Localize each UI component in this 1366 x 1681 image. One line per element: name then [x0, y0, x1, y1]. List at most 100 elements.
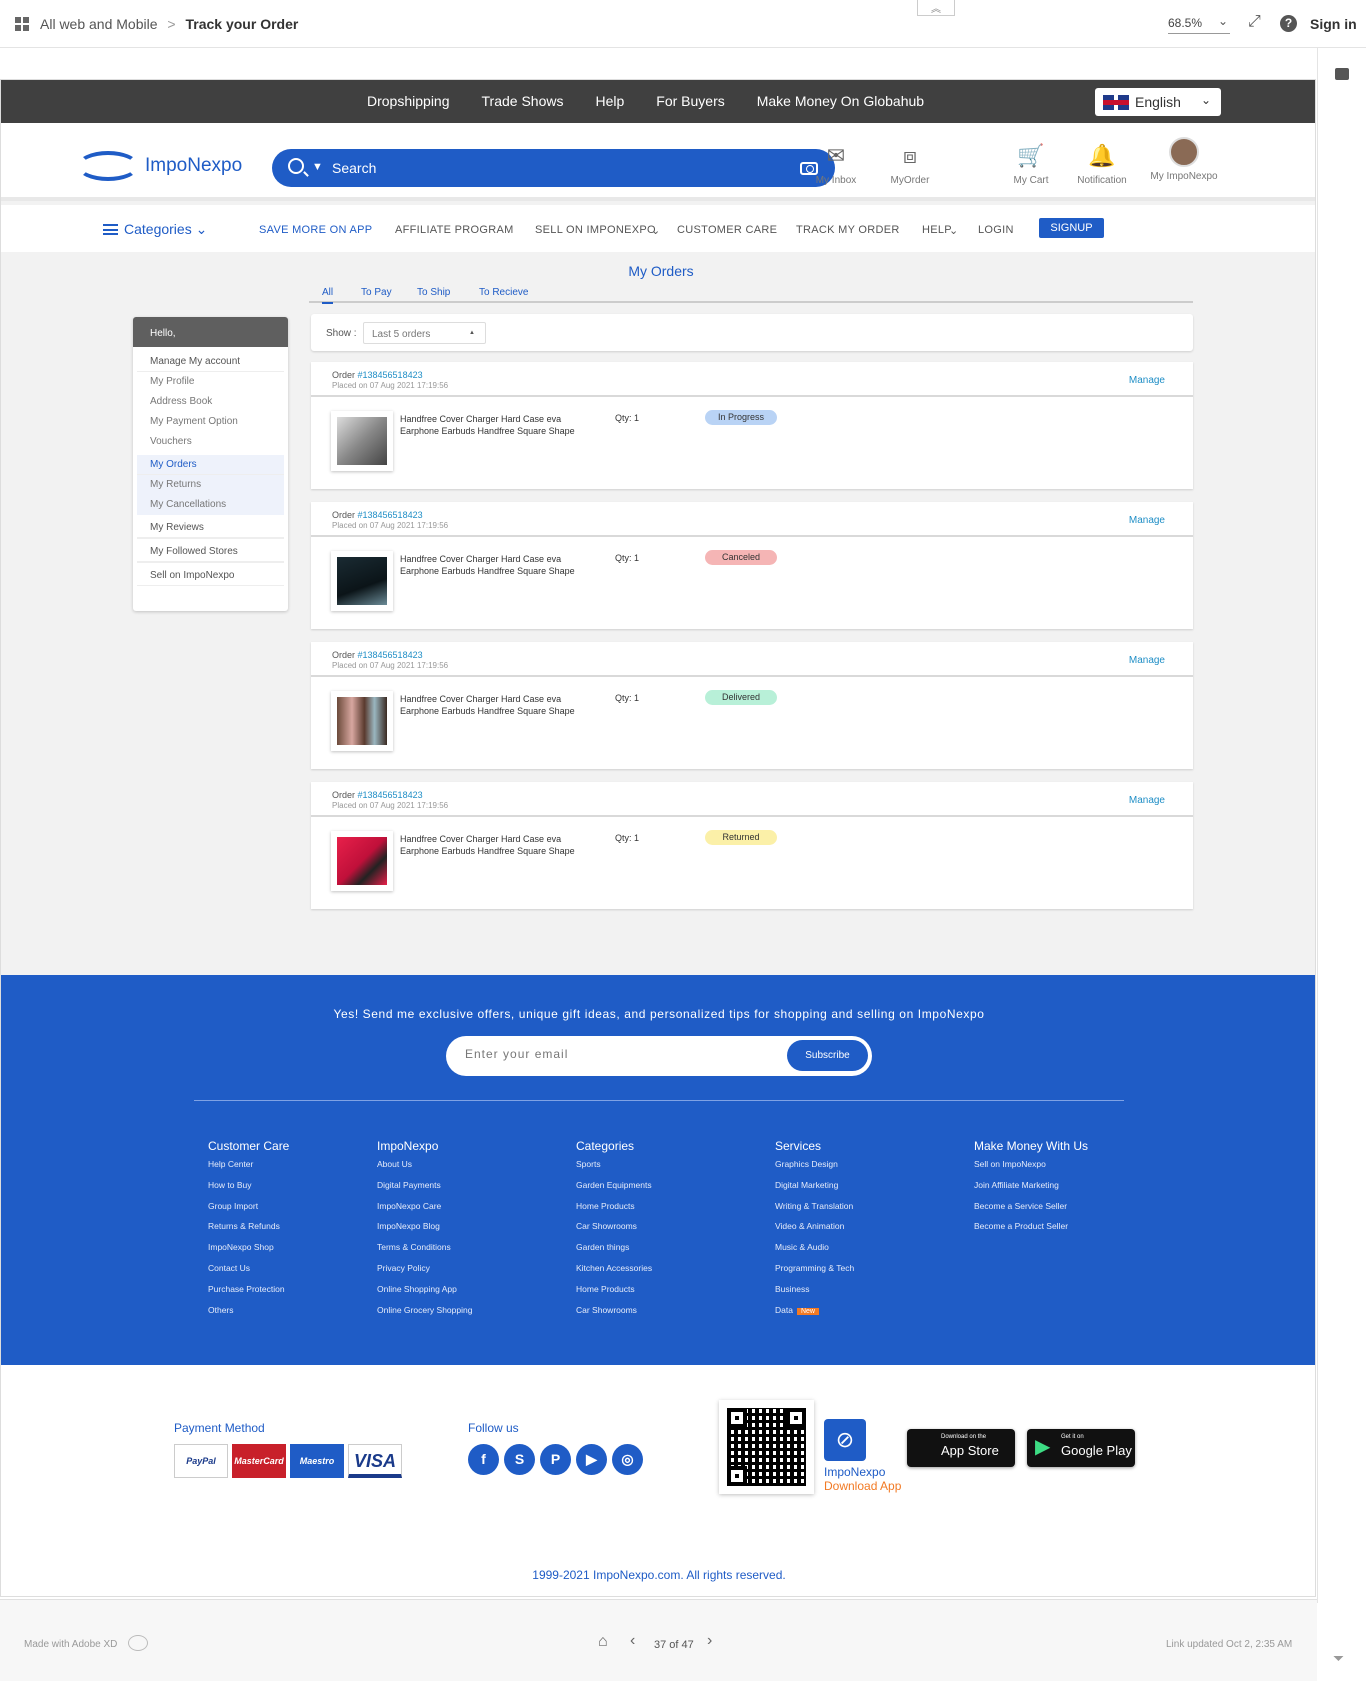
signup-button[interactable]: SIGNUP [1039, 218, 1104, 238]
chevron-down-icon[interactable]: ⌄ [651, 224, 661, 237]
footer-link[interactable]: Online Grocery Shopping [377, 1305, 472, 1326]
manage-link[interactable]: Manage [1129, 375, 1165, 386]
footer-link[interactable]: Contact Us [208, 1263, 289, 1284]
tab-to-ship[interactable]: To Ship [417, 287, 450, 298]
brand-logo[interactable]: ImpoNexpo [77, 149, 247, 183]
order-id-link[interactable]: #138456518423 [358, 650, 423, 660]
sidebar-item-my-profile[interactable]: My Profile [137, 372, 284, 392]
footer-link[interactable]: Video & Animation [775, 1221, 854, 1242]
search-input[interactable] [332, 158, 772, 178]
app-store-button[interactable]: Download on the App Store [907, 1429, 1015, 1467]
footer-link[interactable]: Programming & Tech [775, 1263, 854, 1284]
footer-link[interactable]: Join Affiliate Marketing [974, 1180, 1088, 1201]
footer-link-data[interactable]: Data New [775, 1305, 854, 1326]
sidebar-item-vouchers[interactable]: Vouchers [137, 432, 284, 452]
footer-link[interactable]: Kitchen Accessories [576, 1263, 652, 1284]
footer-link[interactable]: How to Buy [208, 1180, 289, 1201]
product-name[interactable]: Handfree Cover Charger Hard Case eva Ear… [400, 833, 590, 857]
footer-link[interactable]: Purchase Protection [208, 1284, 289, 1305]
footer-link[interactable]: Business [775, 1284, 854, 1305]
tab-to-pay[interactable]: To Pay [361, 287, 392, 298]
manage-link[interactable]: Manage [1129, 515, 1165, 526]
caret-down-icon[interactable]: ▼ [312, 161, 323, 173]
footer-link[interactable]: ImpoNexpo Shop [208, 1242, 289, 1263]
sidebar-item-address-book[interactable]: Address Book [137, 392, 284, 412]
chevron-down-icon[interactable]: ⌄ [1218, 14, 1228, 28]
manage-link[interactable]: Manage [1129, 655, 1165, 666]
header-myorder[interactable]: ⧈ MyOrder [881, 143, 939, 186]
topnav-make-money[interactable]: Make Money On Globahub [757, 93, 924, 109]
footer-link[interactable]: Terms & Conditions [377, 1242, 472, 1263]
chevron-right-icon[interactable]: › [707, 1632, 712, 1650]
instagram-icon[interactable]: ◎ [612, 1444, 643, 1475]
app-download[interactable]: ImpoNexpo Download App [824, 1465, 901, 1493]
tab-to-recieve[interactable]: To Recieve [479, 287, 528, 298]
nav-sell-on-imponexpo[interactable]: SELL ON IMPONEXPO [535, 224, 656, 236]
footer-link[interactable]: Sell on ImpoNexpo [974, 1159, 1088, 1180]
sidebar-item-sell[interactable]: Sell on ImpoNexpo [137, 566, 284, 586]
product-thumbnail[interactable] [331, 411, 393, 471]
google-play-button[interactable]: ▶ Get it on Google Play [1027, 1429, 1135, 1467]
header-inbox[interactable]: ✉ My Inbox [807, 143, 865, 186]
grid-icon[interactable] [15, 17, 29, 31]
help-icon[interactable]: ? [1280, 15, 1297, 32]
order-id-link[interactable]: #138456518423 [358, 510, 423, 520]
product-thumbnail[interactable] [331, 831, 393, 891]
topnav-dropshipping[interactable]: Dropshipping [367, 93, 450, 109]
nav-help[interactable]: HELP [922, 224, 952, 236]
sidebar-item-payment-option[interactable]: My Payment Option [137, 412, 284, 432]
chevron-left-icon[interactable]: ‹ [630, 1632, 635, 1650]
footer-link[interactable]: Car Showrooms [576, 1221, 652, 1242]
footer-link[interactable]: Sports [576, 1159, 652, 1180]
language-select[interactable]: English ⌄ [1095, 88, 1221, 116]
nav-track-my-order[interactable]: TRACK MY ORDER [796, 224, 900, 236]
product-thumbnail[interactable] [331, 691, 393, 751]
footer-link[interactable]: Privacy Policy [377, 1263, 472, 1284]
topnav-trade-shows[interactable]: Trade Shows [482, 93, 564, 109]
nav-affiliate-program[interactable]: AFFILIATE PROGRAM [395, 224, 514, 236]
topnav-help[interactable]: Help [595, 93, 624, 109]
show-select[interactable]: Last 5 orders [363, 322, 486, 344]
tab-all[interactable]: All [322, 287, 334, 304]
footer-link[interactable]: Others [208, 1305, 289, 1326]
footer-link[interactable]: Become a Product Seller [974, 1221, 1088, 1242]
skype-icon[interactable]: S [504, 1444, 535, 1475]
search-icon[interactable] [288, 158, 304, 174]
sidebar-item-my-orders[interactable]: My Orders [137, 455, 284, 475]
footer-link[interactable]: Graphics Design [775, 1159, 854, 1180]
footer-link[interactable]: About Us [377, 1159, 472, 1180]
footer-link[interactable]: Home Products [576, 1284, 652, 1305]
email-field[interactable] [465, 1047, 765, 1061]
nav-customer-care[interactable]: CUSTOMER CARE [677, 224, 777, 236]
product-name[interactable]: Handfree Cover Charger Hard Case eva Ear… [400, 413, 590, 437]
sidebar-item-my-cancellations[interactable]: My Cancellations [137, 495, 284, 515]
nav-save-more-on-app[interactable]: SAVE MORE ON APP [259, 224, 372, 236]
nav-login[interactable]: LOGIN [978, 224, 1014, 236]
product-name[interactable]: Handfree Cover Charger Hard Case eva Ear… [400, 553, 590, 577]
sidebar-item-followed-stores[interactable]: My Followed Stores [137, 542, 284, 562]
footer-link[interactable]: Online Shopping App [377, 1284, 472, 1305]
footer-link[interactable]: Digital Payments [377, 1180, 472, 1201]
sidebar-item-manage-account[interactable]: Manage My account [137, 352, 284, 372]
footer-link[interactable]: ImpoNexpo Care [377, 1201, 472, 1222]
chevron-down-icon[interactable]: ⌄ [949, 224, 959, 237]
footer-link[interactable]: Music & Audio [775, 1242, 854, 1263]
home-icon[interactable]: ⌂ [598, 1633, 608, 1651]
manage-link[interactable]: Manage [1129, 795, 1165, 806]
footer-link[interactable]: Become a Service Seller [974, 1201, 1088, 1222]
header-notification[interactable]: 🔔 Notification [1067, 143, 1137, 186]
breadcrumb-parent[interactable]: All web and Mobile [40, 16, 158, 32]
product-name[interactable]: Handfree Cover Charger Hard Case eva Ear… [400, 693, 590, 717]
footer-link[interactable]: Group Import [208, 1201, 289, 1222]
footer-link[interactable]: Car Showrooms [576, 1305, 652, 1326]
topnav-for-buyers[interactable]: For Buyers [656, 93, 724, 109]
product-thumbnail[interactable] [331, 551, 393, 611]
footer-link[interactable]: Digital Marketing [775, 1180, 854, 1201]
collapse-handle-icon[interactable]: ︽ [917, 0, 955, 16]
footer-link[interactable]: Garden things [576, 1242, 652, 1263]
comment-icon[interactable] [1335, 68, 1349, 80]
header-account[interactable]: My ImpoNexpo [1143, 137, 1225, 182]
sidebar-item-my-reviews[interactable]: My Reviews [137, 518, 284, 538]
filter-icon[interactable]: ⏷ [1333, 1650, 1344, 1667]
footer-link[interactable]: Home Products [576, 1201, 652, 1222]
